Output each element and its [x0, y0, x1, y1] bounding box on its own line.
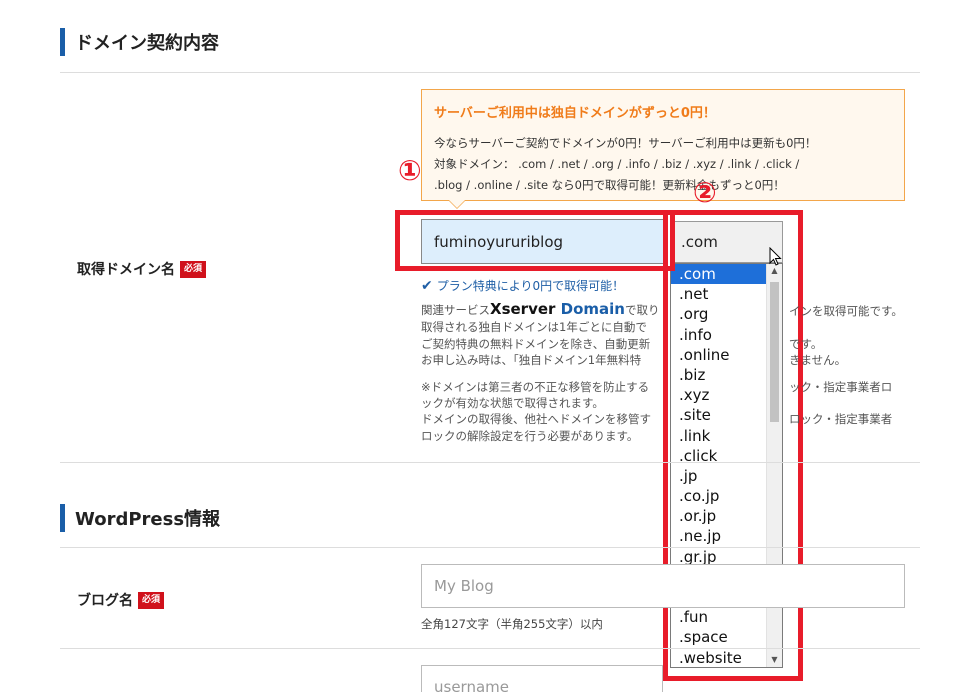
note-line: ※ドメインは第三者の不正な移管を防止する: [421, 380, 650, 394]
check-icon: ✔: [421, 277, 433, 294]
brand-domain: Domain: [560, 300, 625, 318]
brand-xserver: Xserver: [490, 300, 556, 318]
description-line-right: インを取得可能です。: [789, 304, 903, 318]
note-line: ドメインの取得後、他社へドメインを移管す: [421, 412, 651, 426]
blog-name-label: ブログ名 必須: [77, 590, 165, 610]
username-input[interactable]: username: [421, 665, 663, 692]
blog-name-label-text: ブログ名: [77, 593, 133, 609]
description-line-right: きません。: [789, 353, 847, 367]
xserver-domain-link[interactable]: Xserver Domain: [490, 300, 625, 318]
promo-title: サーバーご利用中は独自ドメインがずっと0円！: [434, 106, 716, 121]
blog-name-input[interactable]: My Blog: [421, 564, 905, 608]
blog-name-hint: 全角127文字（半角255文字）以内: [421, 617, 603, 631]
divider: [60, 547, 920, 548]
required-badge: 必須: [138, 591, 165, 609]
description-line: 関連サービスXserver Domainで取り: [421, 301, 660, 319]
domain-name-label: 取得ドメイン名 必須: [77, 259, 207, 279]
description-line: お申し込み時は、「独自ドメイン1年無料特: [421, 353, 642, 367]
section-accent-bar: [60, 28, 65, 56]
note-line-right: ック・指定事業者ロ: [789, 380, 893, 394]
note-line-right: ロック・指定事業者: [789, 412, 893, 426]
section-title-text: ドメイン契約内容: [75, 33, 219, 54]
required-badge: 必須: [180, 260, 207, 278]
description-text: で取り: [625, 303, 660, 317]
note-line: ロックの解除設定を行う必要があります。: [421, 429, 639, 443]
annotation-marker-1: ①: [398, 154, 422, 187]
annotation-marker-2: ②: [693, 176, 717, 209]
section-title-domain: ドメイン契約内容: [60, 28, 219, 56]
plan-note-text: プラン特典により0円で取得可能！: [436, 279, 625, 293]
divider: [60, 72, 920, 73]
note-line: ックが有効な状態で取得されます。: [421, 396, 604, 410]
domain-name-label-text: 取得ドメイン名: [77, 262, 175, 278]
divider: [60, 462, 920, 463]
description-line: 取得される独自ドメインは1年ごとに自動で: [421, 320, 647, 334]
plan-note: ✔ プラン特典により0円で取得可能！: [421, 277, 624, 294]
promo-line: 対象ドメイン： .com / .net / .org / .info / .bi…: [434, 157, 800, 171]
promo-line: 今ならサーバーご契約でドメインが0円！サーバーご利用中は更新も0円！: [434, 136, 817, 150]
description-line-right: です。: [789, 337, 823, 351]
annotation-box-1: [395, 210, 675, 271]
section-accent-bar: [60, 504, 65, 532]
annotation-box-2: [663, 210, 803, 681]
description-text: 関連サービス: [421, 303, 490, 317]
promo-line: .blog / .online / .site なら0円で取得可能！更新料金もず…: [434, 178, 785, 192]
divider: [60, 648, 920, 649]
section-title-text: WordPress情報: [75, 509, 221, 530]
promo-tail-fill: [449, 200, 465, 208]
description-line: ご契約特典の無料ドメインを除き、自動更新: [421, 337, 651, 351]
section-title-wordpress: WordPress情報: [60, 504, 220, 532]
promo-box: サーバーご利用中は独自ドメインがずっと0円！ 今ならサーバーご契約でドメインが0…: [421, 89, 905, 209]
